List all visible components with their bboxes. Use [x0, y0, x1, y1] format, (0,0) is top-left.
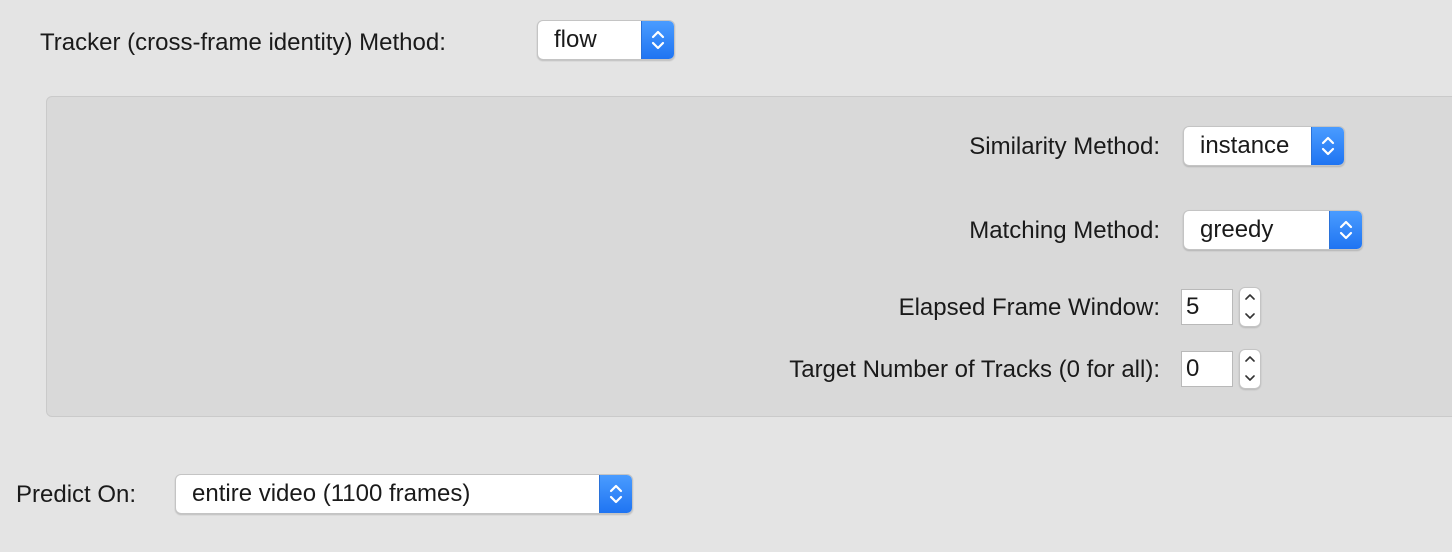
chevron-up-down-icon [1329, 211, 1362, 249]
chevron-down-icon[interactable] [1240, 307, 1260, 326]
tracker-method-select[interactable]: flow [537, 20, 675, 60]
tracker-method-value: flow [554, 26, 597, 53]
predict-on-select[interactable]: entire video (1100 frames) [175, 474, 633, 514]
similarity-method-select[interactable]: instance [1183, 126, 1345, 166]
matching-method-label: Matching Method: [969, 217, 1160, 244]
target-number-of-tracks-stepper[interactable] [1239, 349, 1261, 389]
similarity-method-label: Similarity Method: [969, 133, 1160, 160]
chevron-down-icon[interactable] [1240, 369, 1260, 388]
elapsed-frame-window-stepper[interactable] [1239, 287, 1261, 327]
chevron-up-down-icon [641, 21, 674, 59]
tracker-method-label: Tracker (cross-frame identity) Method: [40, 29, 446, 56]
target-number-of-tracks-label: Target Number of Tracks (0 for all): [789, 356, 1160, 383]
chevron-up-down-icon [1311, 127, 1344, 165]
similarity-method-value: instance [1200, 132, 1290, 159]
elapsed-frame-window-label: Elapsed Frame Window: [898, 294, 1160, 321]
chevron-up-icon[interactable] [1240, 350, 1260, 369]
matching-method-select[interactable]: greedy [1183, 210, 1363, 250]
predict-on-label: Predict On: [16, 481, 137, 508]
chevron-up-down-icon [599, 475, 632, 513]
predict-on-value: entire video (1100 frames) [192, 480, 471, 507]
target-number-of-tracks-input[interactable]: 0 [1181, 351, 1233, 387]
elapsed-frame-window-input[interactable]: 5 [1181, 289, 1233, 325]
chevron-up-icon[interactable] [1240, 288, 1260, 307]
matching-method-value: greedy [1200, 216, 1274, 243]
